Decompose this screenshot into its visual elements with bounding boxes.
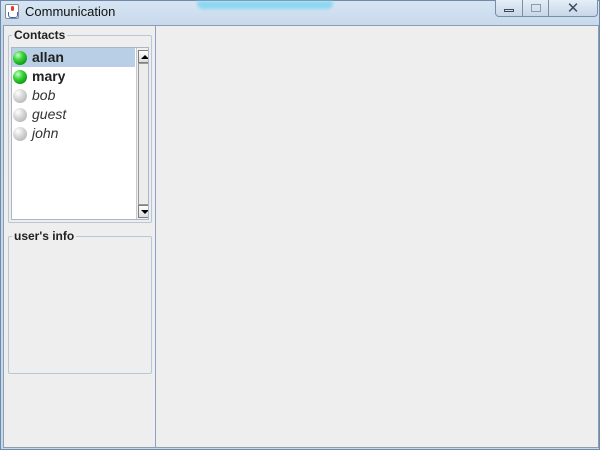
left-panel: Contacts allan mary bob guest john user'… [4,26,155,447]
contact-item[interactable]: mary [12,67,135,86]
contact-item[interactable]: guest [12,105,135,124]
app-window: Communication ✕ Contacts allan mary bob gue… [0,0,600,450]
contacts-scrollbar[interactable] [136,48,148,219]
arrow-up-icon [140,54,148,59]
contact-item[interactable]: john [12,124,135,143]
user-info-group: user's info [8,229,152,374]
minimize-icon [504,8,514,12]
content-pane: Contacts allan mary bob guest john user'… [3,25,599,448]
maximize-icon [530,4,541,12]
conversation-panel [156,26,598,447]
contact-name: john [32,125,59,141]
contacts-list[interactable]: allan mary bob guest john [11,47,149,220]
contact-name: allan [32,49,64,65]
java-cup-icon[interactable] [5,4,19,19]
status-online-icon [13,50,27,65]
status-offline-icon [13,126,27,141]
contact-name: mary [32,68,66,84]
contact-item[interactable]: allan [12,48,135,67]
contact-name: guest [32,106,67,122]
contacts-list-items: allan mary bob guest john [12,48,135,143]
title-bar[interactable]: Communication ✕ [1,0,599,23]
window-controls: ✕ [495,0,599,18]
status-online-icon [13,69,27,84]
status-offline-icon [13,107,27,122]
close-button[interactable]: ✕ [548,0,598,17]
user-info-title: user's info [12,229,77,243]
scroll-up-button[interactable] [138,50,148,63]
window-title: Communication [25,4,116,19]
maximize-button[interactable] [522,0,549,17]
minimize-button[interactable] [495,0,523,17]
user-info-body [11,245,149,371]
close-icon: ✕ [566,0,580,17]
contacts-title: Contacts [12,28,68,42]
status-offline-icon [13,88,27,103]
scroll-track[interactable] [138,63,148,205]
arrow-down-icon [140,209,148,214]
scroll-down-button[interactable] [138,205,148,218]
contacts-group: Contacts allan mary bob guest john [8,28,152,223]
contact-name: bob [32,87,56,103]
contact-item[interactable]: bob [12,86,135,105]
background-window-fragment [197,1,333,9]
